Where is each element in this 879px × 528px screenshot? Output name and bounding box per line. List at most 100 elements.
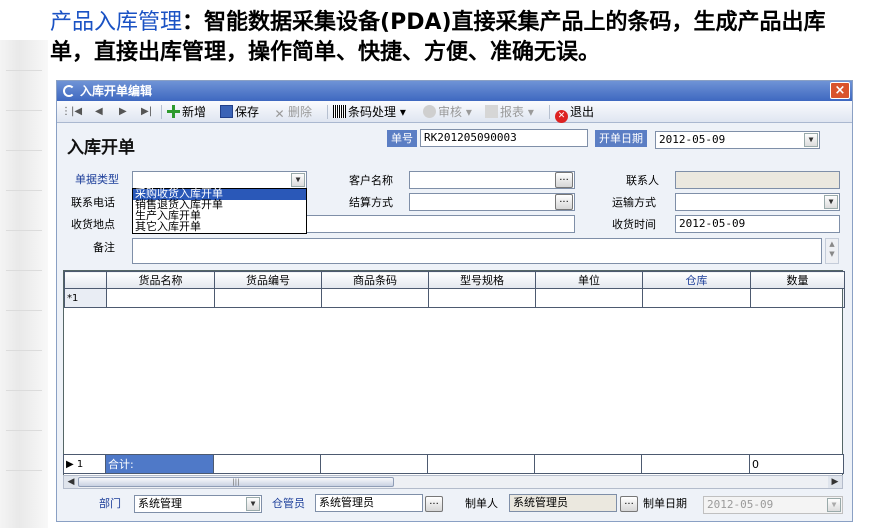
make-date-field[interactable]: 2012-05-09 ▼ (703, 496, 843, 514)
window-title: 入库开单编辑 (80, 84, 153, 98)
contact-label: 联系人 (626, 174, 659, 187)
customer-label: 客户名称 (349, 174, 393, 187)
customer-lookup-button[interactable]: ... (555, 172, 573, 188)
exit-button[interactable]: ✕ 退出 (555, 101, 594, 123)
settle-label: 结算方式 (349, 196, 393, 209)
chevron-down-icon[interactable]: ▼ (827, 498, 841, 512)
grid-cell[interactable] (535, 288, 643, 308)
report-icon (485, 105, 498, 118)
grid-header-goods-name[interactable]: 货品名称 (106, 271, 215, 289)
toolbar-separator (327, 105, 328, 119)
x-icon: ✕ (274, 107, 285, 121)
grid-cell[interactable] (214, 288, 322, 308)
keeper-label: 仓管员 (272, 497, 305, 510)
open-date-label: 开单日期 (595, 130, 647, 147)
grid-cell[interactable] (750, 288, 845, 308)
barcode-button-label: 条码处理 (348, 105, 397, 119)
doc-type-label: 单据类型 (75, 173, 119, 186)
grip-icon: ⋮ (61, 106, 71, 117)
customer-field[interactable] (409, 171, 575, 189)
new-button[interactable]: 新增 (167, 101, 206, 123)
grid-cell[interactable] (321, 288, 429, 308)
report-button-label: 报表 (500, 105, 525, 119)
barcode-button[interactable]: 条码处理 ▾ (333, 101, 406, 123)
review-button[interactable]: 审核 ▾ (423, 101, 472, 123)
scroll-right-icon[interactable]: ▶ (828, 476, 842, 488)
slide-title-highlight: 产品入库管理 (50, 10, 183, 35)
save-button-label: 保存 (235, 105, 260, 119)
grid-cell[interactable] (642, 288, 751, 308)
chevron-down-icon[interactable]: ▼ (824, 195, 838, 209)
last-record-icon[interactable]: ▶| (141, 101, 152, 123)
make-date-label: 制单日期 (643, 497, 687, 510)
prev-record-icon[interactable]: ◀ (95, 101, 103, 123)
maker-value: 系统管理员 (513, 496, 568, 509)
grid-cell[interactable] (106, 288, 215, 308)
doc-type-option[interactable]: 其它入库开单 (133, 221, 306, 233)
keeper-field[interactable]: 系统管理员 (315, 494, 423, 512)
summary-cell (213, 454, 321, 474)
dept-label: 部门 (99, 497, 121, 510)
goods-grid: 货品名称 货品编号 商品条码 型号规格 单位 仓库 数量 *1 (63, 270, 845, 477)
grid-header-rownum (64, 271, 107, 289)
form-title: 入库开单 (67, 138, 135, 158)
window-titlebar: 入库开单编辑 × (57, 81, 852, 101)
doc-type-dropdown-list: 采购收货入库开单 销售退货入库开单 生产入库开单 其它入库开单 (132, 188, 307, 234)
order-no-field[interactable]: RK201205090003 (420, 129, 588, 147)
receive-time-label: 收货时间 (612, 218, 656, 231)
remark-label: 备注 (93, 241, 115, 254)
phone-label: 联系电话 (71, 196, 115, 209)
remark-scrollbar[interactable]: ▲ ▼ (825, 238, 839, 264)
order-no-label: 单号 (387, 130, 417, 147)
keeper-lookup-button[interactable]: ... (425, 496, 443, 512)
maker-lookup-button[interactable]: ... (620, 496, 638, 512)
first-record-icon[interactable]: |◀ (71, 101, 82, 123)
exit-button-label: 退出 (570, 105, 595, 119)
summary-cell (534, 454, 642, 474)
address-label: 收货地点 (71, 218, 115, 231)
grid-summary-row: ▶ 1 合计: 0 (63, 454, 844, 474)
exit-icon: ✕ (555, 110, 568, 123)
contact-field[interactable] (675, 171, 840, 189)
chevron-down-icon[interactable]: ▼ (804, 133, 818, 147)
grid-header-row: 货品名称 货品编号 商品条码 型号规格 单位 仓库 数量 (64, 271, 845, 289)
delete-button[interactable]: ✕ 删除 (273, 101, 312, 123)
grid-cell[interactable] (428, 288, 536, 308)
maker-field[interactable]: 系统管理员 (509, 494, 617, 512)
close-button[interactable]: × (830, 82, 850, 99)
dept-select[interactable]: 系统管理 ▼ (134, 495, 262, 513)
grid-horizontal-scrollbar[interactable]: ◀ ||| ▶ (63, 475, 843, 489)
summary-cell (320, 454, 428, 474)
report-button[interactable]: 报表 ▾ (485, 101, 534, 123)
grid-header-goods-code[interactable]: 货品编号 (214, 271, 322, 289)
settle-field[interactable] (409, 193, 575, 211)
receive-time-value: 2012-05-09 (679, 217, 746, 230)
new-button-label: 新增 (182, 105, 207, 119)
grid-header-model[interactable]: 型号规格 (428, 271, 536, 289)
maker-label: 制单人 (465, 497, 498, 510)
remark-field[interactable] (132, 238, 822, 264)
summary-row-indicator: ▶ 1 (63, 454, 106, 474)
settle-lookup-button[interactable]: ... (555, 194, 573, 210)
toolbar-separator (549, 105, 550, 119)
grid-header-barcode[interactable]: 商品条码 (321, 271, 429, 289)
save-button[interactable]: 保存 (220, 101, 259, 123)
open-date-field[interactable]: 2012-05-09 ▼ (655, 131, 820, 149)
keeper-value: 系统管理员 (319, 496, 374, 509)
qty-total: 0 (749, 454, 844, 474)
grid-header-warehouse[interactable]: 仓库 (642, 271, 751, 289)
review-icon (423, 105, 436, 118)
scroll-thumb[interactable]: ||| (78, 477, 394, 487)
grid-header-quantity[interactable]: 数量 (750, 271, 845, 289)
scroll-left-icon[interactable]: ◀ (64, 476, 78, 488)
receive-time-field[interactable]: 2012-05-09 (675, 215, 840, 233)
total-label: 合计: (105, 454, 214, 474)
transport-label: 运输方式 (612, 196, 656, 209)
grid-header-unit[interactable]: 单位 (535, 271, 643, 289)
table-row[interactable]: *1 (64, 288, 845, 308)
barcode-icon (333, 105, 346, 118)
chevron-down-icon[interactable]: ▼ (246, 497, 260, 511)
next-record-icon[interactable]: ▶ (119, 101, 127, 123)
transport-select[interactable]: ▼ (675, 193, 840, 211)
chevron-down-icon[interactable]: ▼ (291, 173, 305, 187)
